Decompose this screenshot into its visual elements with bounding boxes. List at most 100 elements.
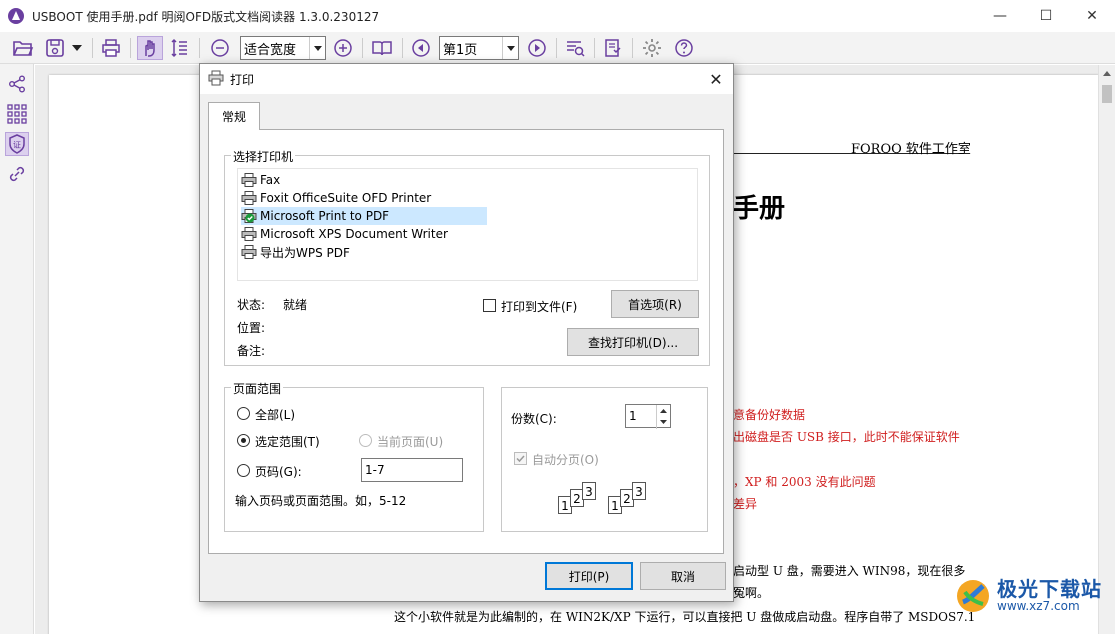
zoom-select[interactable]: 适合宽度: [240, 36, 326, 60]
toolbar-divider: [556, 38, 557, 58]
svg-text:证: 证: [13, 141, 21, 150]
print-dialog: 打印 ✕ 常规 选择打印机 Fax Foxit OfficeSuite OFD …: [199, 63, 734, 602]
cancel-button[interactable]: 取消: [640, 562, 726, 590]
print-to-file-label[interactable]: 打印到文件(F): [501, 298, 577, 315]
previous-page-icon[interactable]: [408, 36, 434, 60]
zoom-select-value: 适合宽度: [244, 42, 297, 58]
location-label: 位置:: [237, 321, 266, 335]
printer-icon: [208, 70, 224, 89]
select-text-icon[interactable]: [166, 36, 192, 60]
printer-name: Fax: [260, 173, 281, 187]
printer-item-foxit[interactable]: Foxit OfficeSuite OFD Printer: [241, 189, 435, 207]
range-current-page-label[interactable]: 当前页面(U): [377, 433, 443, 450]
collate-page-3: 3: [632, 482, 646, 500]
watermark: 极光下载站 www.xz7.com: [955, 578, 1102, 614]
printer-name: Foxit OfficeSuite OFD Printer: [260, 191, 432, 205]
collate-checkbox[interactable]: [514, 452, 527, 465]
verify-signature-icon[interactable]: [600, 36, 626, 60]
close-button[interactable]: ✕: [1069, 0, 1115, 32]
copies-input[interactable]: 1: [625, 404, 671, 429]
open-folder-icon[interactable]: [10, 36, 36, 60]
watermark-logo-icon: [955, 578, 991, 614]
toolbar-divider: [199, 38, 200, 58]
doc-body-line-1: 启动型 U 盘，需要进入 WIN98，现在很多: [733, 564, 966, 578]
range-all-radio[interactable]: [237, 407, 250, 420]
page-range-group: 页面范围 全部(L) 选定范围(T) 当前页面(U) 页码(G): 1-7 输入…: [224, 380, 484, 532]
maximize-button[interactable]: ☐: [1023, 0, 1069, 32]
dialog-title-bar: 打印 ✕: [200, 64, 733, 94]
printer-list[interactable]: Fax Foxit OfficeSuite OFD Printer Micros…: [237, 168, 698, 281]
window-controls: — ☐ ✕: [977, 0, 1115, 32]
minimize-button[interactable]: —: [977, 0, 1023, 32]
chevron-down-icon[interactable]: [502, 37, 518, 59]
printer-name: Microsoft XPS Document Writer: [260, 227, 448, 241]
chevron-down-icon[interactable]: [309, 37, 325, 59]
range-selection-radio[interactable]: [237, 434, 250, 447]
collate-page-3: 3: [582, 482, 596, 500]
save-icon[interactable]: [42, 36, 68, 60]
zoom-out-icon[interactable]: [207, 36, 233, 60]
page-range-hint: 输入页码或页面范围。如，5-12: [235, 494, 407, 508]
book-view-icon[interactable]: [368, 36, 396, 60]
printer-icon: [241, 191, 257, 205]
printer-item-xps[interactable]: Microsoft XPS Document Writer: [241, 225, 452, 243]
help-icon[interactable]: [671, 36, 697, 60]
range-selection-label[interactable]: 选定范围(T): [255, 433, 320, 450]
thumbnails-grid-icon[interactable]: [5, 102, 29, 126]
general-tab-panel: 选择打印机 Fax Foxit OfficeSuite OFD Printer …: [208, 129, 724, 554]
spin-up-icon[interactable]: [657, 405, 670, 416]
doc-body-line-3: 这个小软件就是为此编制的，在 WIN2K/XP 下运行，可以直接把 U 盘做成启…: [394, 610, 976, 624]
zoom-in-icon[interactable]: [330, 36, 356, 60]
collate-illustration-icon: 1 2 3 1 2 3: [558, 482, 658, 522]
app-logo-icon: [8, 8, 24, 24]
title-bar: USBOOT 使用手册.pdf 明阅OFD版式文档阅读器 1.3.0.23012…: [0, 0, 1115, 32]
certificate-shield-icon[interactable]: 证: [5, 132, 29, 156]
doc-red-line-4: 差异: [733, 497, 758, 511]
copies-value: 1: [629, 409, 637, 423]
comment-label: 备注:: [237, 344, 266, 358]
scroll-thumb[interactable]: [1102, 85, 1112, 103]
spin-down-icon[interactable]: [657, 416, 670, 427]
settings-gear-icon[interactable]: [639, 36, 665, 60]
printer-icon: [241, 227, 257, 241]
print-button[interactable]: 打印(P): [545, 562, 633, 590]
doc-red-line-1: 意备份好数据: [733, 408, 806, 422]
tab-general[interactable]: 常规: [208, 102, 260, 130]
page-range-caption: 页面范围: [231, 380, 284, 397]
range-current-page-radio[interactable]: [359, 434, 372, 447]
select-printer-caption: 选择打印机: [231, 148, 296, 165]
find-printer-button[interactable]: 查找打印机(D)...: [567, 328, 699, 356]
range-pages-radio[interactable]: [237, 464, 250, 477]
save-dropdown-icon[interactable]: [70, 36, 84, 60]
print-icon[interactable]: [98, 36, 124, 60]
copies-group: 份数(C): 1 自动分页(O) 1 2 3 1 2 3: [501, 387, 708, 532]
scroll-up-arrow-icon[interactable]: [1103, 71, 1111, 76]
find-icon[interactable]: [562, 36, 588, 60]
doc-red-line-2: 出磁盘是否 USB 接口，此时不能保证软件: [733, 430, 960, 444]
default-printer-icon: [241, 209, 257, 223]
range-pages-label[interactable]: 页码(G):: [255, 463, 302, 480]
watermark-url: www.xz7.com: [997, 599, 1080, 614]
attachment-link-icon[interactable]: [5, 162, 29, 186]
range-all-label[interactable]: 全部(L): [255, 406, 295, 423]
left-sidebar: 证: [0, 64, 34, 634]
printer-item-wps-pdf[interactable]: 导出为WPS PDF: [241, 243, 354, 261]
vertical-scrollbar[interactable]: [1098, 65, 1115, 634]
copies-label: 份数(C):: [511, 412, 557, 426]
share-icon[interactable]: [5, 72, 29, 96]
next-page-icon[interactable]: [524, 36, 550, 60]
page-range-input[interactable]: 1-7: [361, 458, 463, 482]
printer-name: 导出为WPS PDF: [260, 245, 350, 260]
page-select[interactable]: 第1页: [439, 36, 519, 60]
preferences-button[interactable]: 首选项(R): [611, 290, 699, 318]
printer-name: Microsoft Print to PDF: [260, 209, 390, 223]
printer-item-microsoft-pdf[interactable]: Microsoft Print to PDF: [241, 207, 487, 225]
print-to-file-checkbox[interactable]: [483, 299, 496, 312]
copies-spinner[interactable]: [656, 405, 670, 429]
hand-tool-icon[interactable]: [137, 36, 163, 60]
printer-item-fax[interactable]: Fax: [241, 171, 284, 189]
dialog-close-button[interactable]: ✕: [705, 69, 727, 89]
window-title: USBOOT 使用手册.pdf 明阅OFD版式文档阅读器 1.3.0.23012…: [32, 9, 380, 24]
doc-body-line-2: 冤啊。: [733, 586, 770, 600]
collate-label[interactable]: 自动分页(O): [532, 451, 599, 468]
